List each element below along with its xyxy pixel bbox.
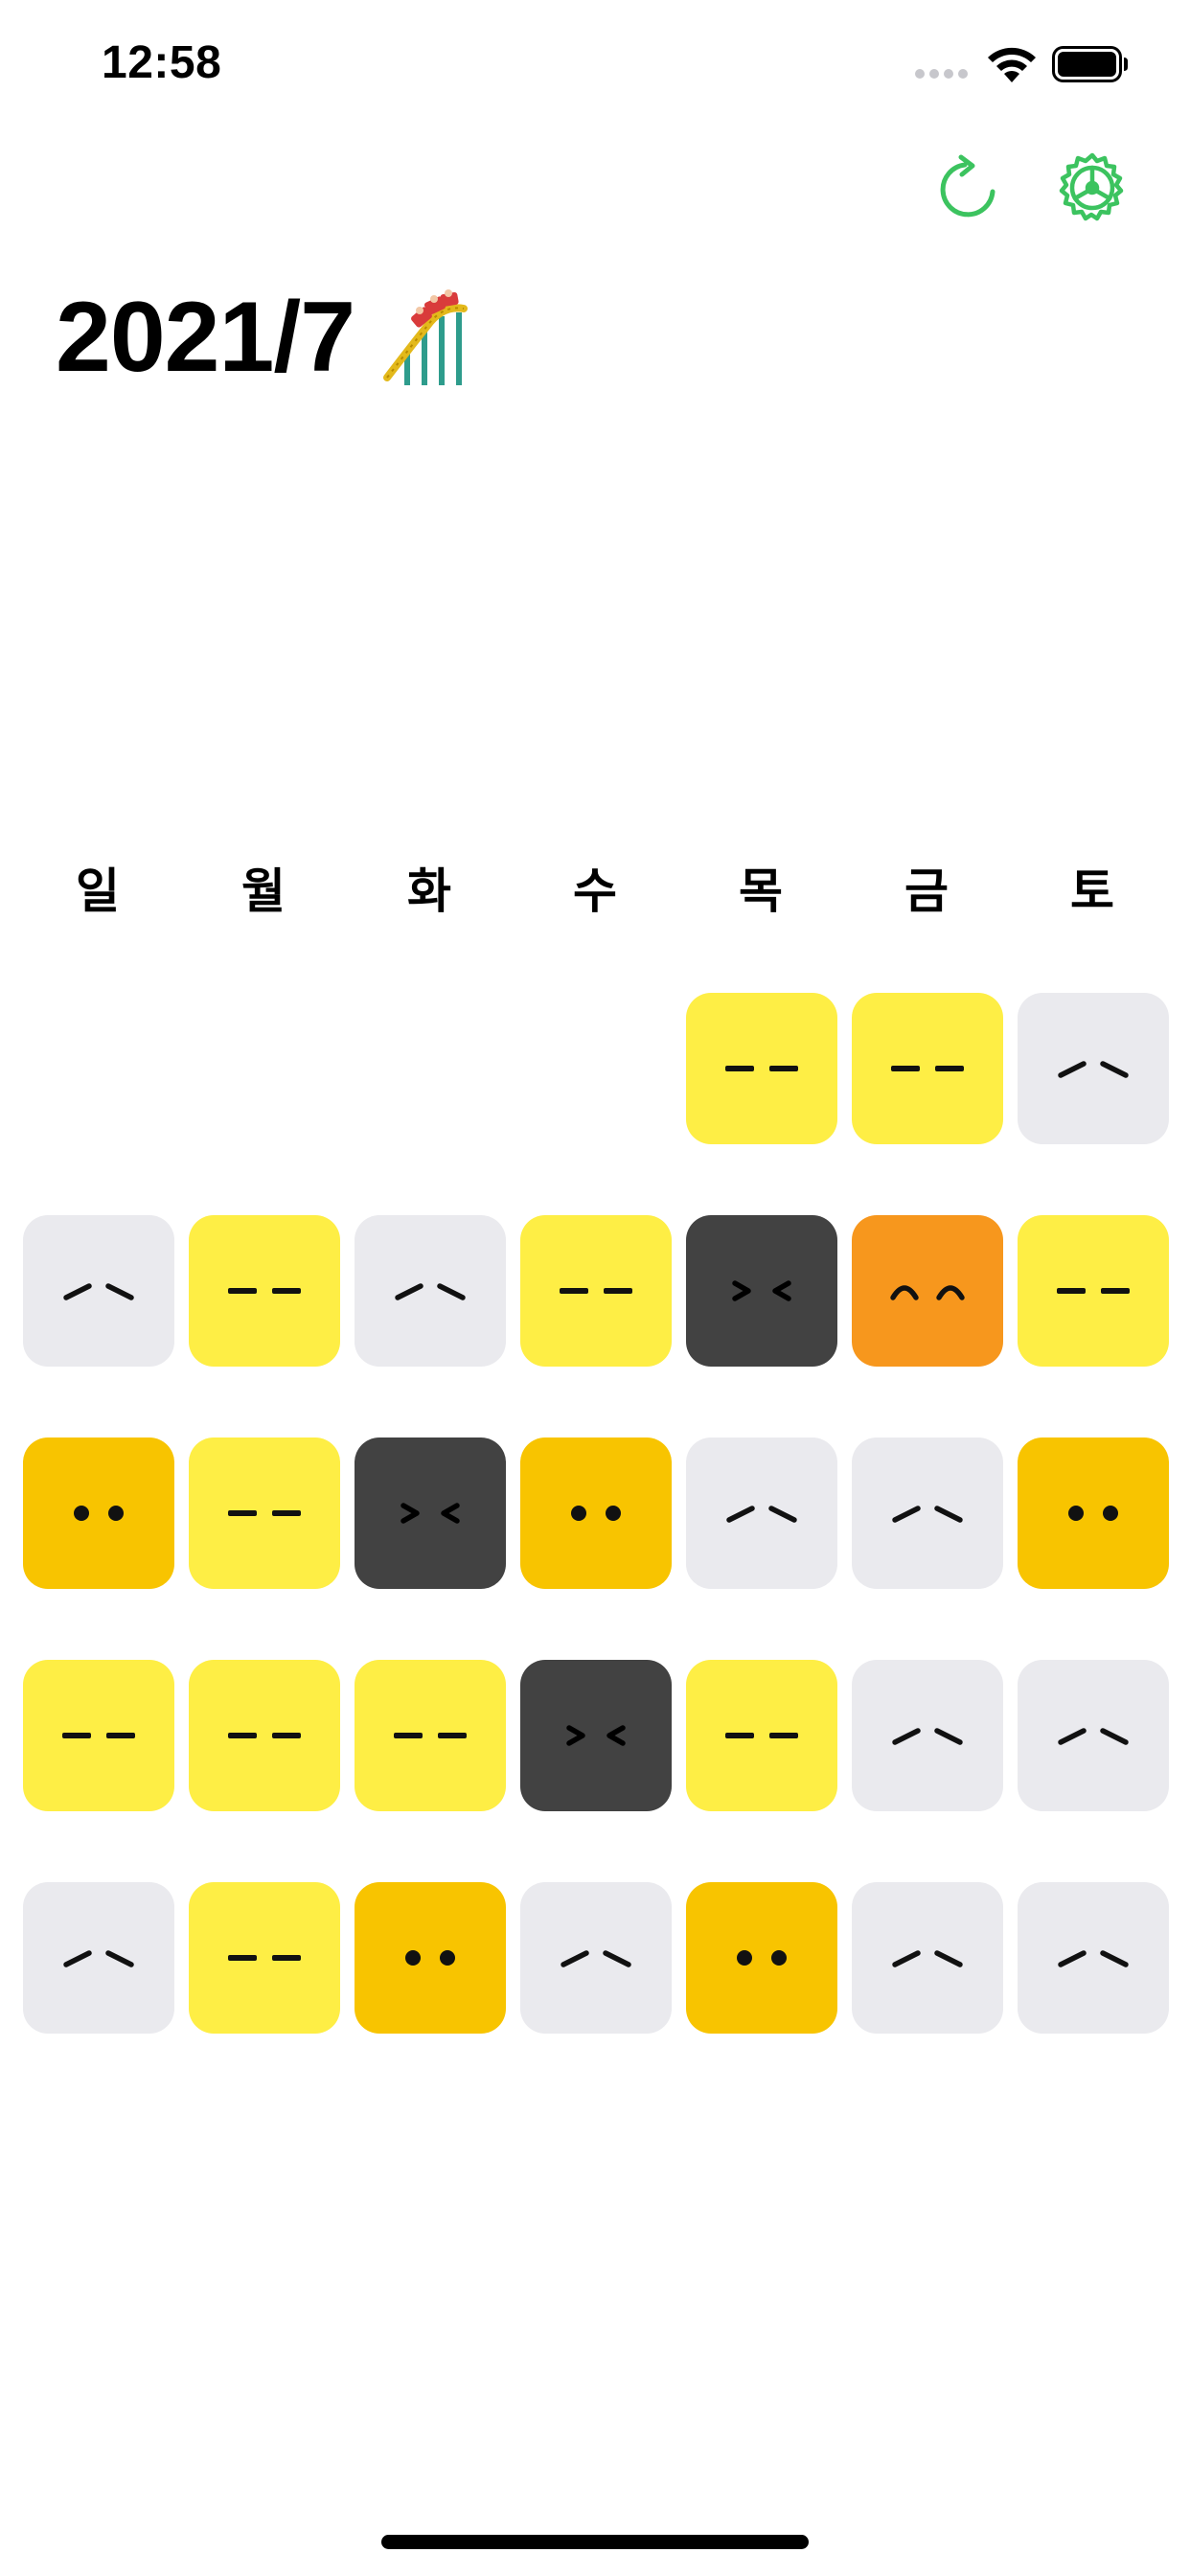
mood-day-cell[interactable] xyxy=(520,1660,672,1811)
mood-day-cell[interactable] xyxy=(23,1660,174,1811)
mood-day-cell[interactable] xyxy=(852,993,1003,1144)
mood-day-cell[interactable] xyxy=(1018,1660,1169,1811)
mood-face-squint-icon xyxy=(548,1712,644,1760)
empty-day-cell xyxy=(189,993,340,1144)
mood-face-happy-icon xyxy=(880,1267,975,1315)
mood-face-flat-icon xyxy=(217,1267,312,1315)
mood-day-cell[interactable] xyxy=(852,1215,1003,1367)
settings-button[interactable] xyxy=(1054,150,1131,226)
mood-face-dots-icon xyxy=(548,1489,644,1537)
mood-day-cell[interactable] xyxy=(355,1438,506,1589)
mood-face-flat-icon xyxy=(217,1712,312,1760)
empty-day-cell xyxy=(520,993,672,1144)
mood-day-cell[interactable] xyxy=(686,1438,837,1589)
weekday-sun: 일 xyxy=(76,863,120,919)
battery-icon xyxy=(1052,46,1128,82)
mood-day-cell[interactable] xyxy=(852,1660,1003,1811)
status-bar: 12:58 xyxy=(0,0,1190,126)
roller-coaster-icon xyxy=(383,289,469,385)
mood-face-sad-icon xyxy=(714,1489,810,1537)
mood-face-flat-icon xyxy=(1045,1267,1141,1315)
mood-day-cell[interactable] xyxy=(355,1882,506,2034)
mood-face-squint-icon xyxy=(714,1267,810,1315)
mood-day-cell[interactable] xyxy=(355,1215,506,1367)
mood-face-sad-icon xyxy=(880,1712,975,1760)
mood-day-cell[interactable] xyxy=(355,1660,506,1811)
mood-face-sad-icon xyxy=(548,1934,644,1982)
mood-face-flat-icon xyxy=(880,1045,975,1092)
weekday-sat: 토 xyxy=(1070,863,1114,919)
weekday-mon: 월 xyxy=(241,863,286,919)
mood-day-cell[interactable] xyxy=(189,1215,340,1367)
refresh-button[interactable] xyxy=(931,150,1008,226)
mood-face-dots-icon xyxy=(714,1934,810,1982)
mood-day-cell[interactable] xyxy=(520,1438,672,1589)
mood-face-flat-icon xyxy=(714,1045,810,1092)
mood-face-flat-icon xyxy=(217,1934,312,1982)
mood-face-flat-icon xyxy=(217,1489,312,1537)
mood-face-sad-icon xyxy=(1045,1934,1141,1982)
weekday-header: 일 월 화 수 목 금 토 xyxy=(23,858,1167,925)
signal-dots-icon xyxy=(915,69,968,79)
gear-icon xyxy=(1059,152,1124,221)
mood-day-cell[interactable] xyxy=(23,1215,174,1367)
mood-face-dots-icon xyxy=(382,1934,478,1982)
wifi-icon xyxy=(988,47,1036,82)
status-time: 12:58 xyxy=(102,37,222,88)
mood-face-sad-icon xyxy=(1045,1712,1141,1760)
month-title: 2021/7 xyxy=(56,288,475,387)
page-title: 2021/7 xyxy=(56,282,355,393)
refresh-icon xyxy=(940,154,995,218)
mood-day-cell[interactable] xyxy=(686,993,837,1144)
mood-face-flat-icon xyxy=(51,1712,147,1760)
mood-day-cell[interactable] xyxy=(189,1660,340,1811)
mood-face-sad-icon xyxy=(880,1934,975,1982)
mood-face-dots-icon xyxy=(51,1489,147,1537)
mood-day-cell[interactable] xyxy=(189,1438,340,1589)
weekday-wed: 수 xyxy=(573,863,617,919)
mood-day-cell[interactable] xyxy=(686,1660,837,1811)
mood-face-squint-icon xyxy=(382,1489,478,1537)
weekday-thu: 목 xyxy=(739,863,783,919)
mood-day-cell[interactable] xyxy=(23,1882,174,2034)
mood-day-cell[interactable] xyxy=(1018,1882,1169,2034)
mood-face-sad-icon xyxy=(382,1267,478,1315)
mood-day-cell[interactable] xyxy=(686,1215,837,1367)
mood-day-cell[interactable] xyxy=(852,1438,1003,1589)
mood-day-cell[interactable] xyxy=(1018,1215,1169,1367)
home-indicator[interactable] xyxy=(381,2535,809,2549)
mood-face-flat-icon xyxy=(548,1267,644,1315)
empty-day-cell xyxy=(355,993,506,1144)
mood-face-sad-icon xyxy=(880,1489,975,1537)
mood-day-cell[interactable] xyxy=(1018,1438,1169,1589)
mood-face-sad-icon xyxy=(51,1934,147,1982)
mood-face-flat-icon xyxy=(714,1712,810,1760)
mood-day-cell[interactable] xyxy=(520,1215,672,1367)
mood-face-sad-icon xyxy=(51,1267,147,1315)
mood-face-dots-icon xyxy=(1045,1489,1141,1537)
weekday-fri: 금 xyxy=(904,863,949,919)
mood-day-cell[interactable] xyxy=(686,1882,837,2034)
mood-day-cell[interactable] xyxy=(520,1882,672,2034)
mood-face-sad-icon xyxy=(1045,1045,1141,1092)
mood-day-cell[interactable] xyxy=(852,1882,1003,2034)
mood-face-flat-icon xyxy=(382,1712,478,1760)
calendar-grid xyxy=(23,993,1169,2037)
mood-day-cell[interactable] xyxy=(23,1438,174,1589)
mood-day-cell[interactable] xyxy=(189,1882,340,2034)
weekday-tue: 화 xyxy=(407,863,451,919)
empty-day-cell xyxy=(23,993,174,1144)
mood-day-cell[interactable] xyxy=(1018,993,1169,1144)
